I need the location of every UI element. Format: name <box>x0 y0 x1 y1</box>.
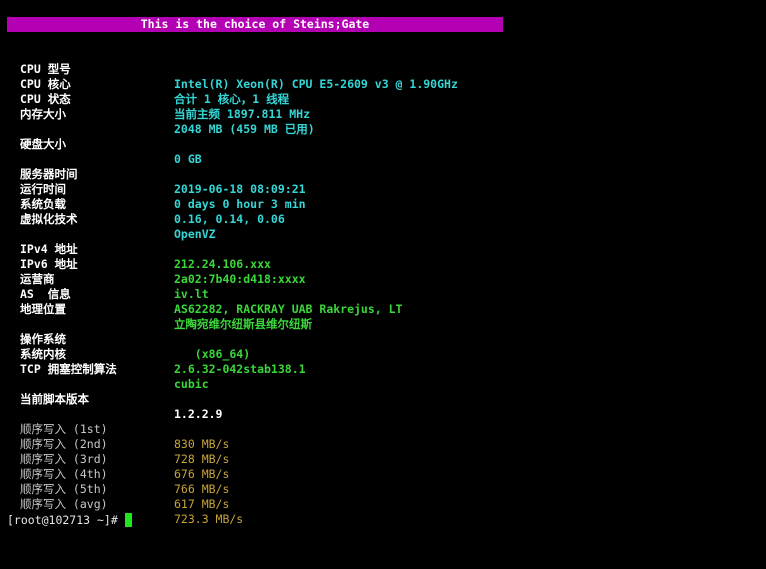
info-value: iv.lt <box>174 287 209 301</box>
io-row: 顺序写入 (avg) 723.3 MB/s <box>0 482 243 526</box>
io-label: 顺序写入 (2nd) <box>20 437 108 451</box>
info-row-virtualization: 虚拟化技术 OpenVZ <box>0 197 216 241</box>
info-value: Intel(R) Xeon(R) CPU E5-2609 v3 @ 1.90GH… <box>174 77 458 91</box>
info-value: 2a02:7b40:d418:xxxx <box>174 272 306 286</box>
info-row-tcp: TCP 拥塞控制算法 cubic <box>0 347 209 391</box>
io-row: 顺序写入 (1st) 830 MB/s <box>0 407 229 451</box>
info-row-cpu-model: CPU 型号 Intel(R) Xeon(R) CPU E5-2609 v3 @… <box>0 47 458 91</box>
info-value: 0 GB <box>174 152 202 166</box>
info-label: 地理位置 <box>20 302 66 316</box>
info-value: 2048 MB (459 MB 已用) <box>174 122 315 136</box>
info-row-ipv6: IPv6 地址 2a02:7b40:d418:xxxx <box>0 242 306 286</box>
io-label: 顺序写入 (3rd) <box>20 452 108 466</box>
info-value: (x86_64) <box>174 347 251 361</box>
io-value: 830 MB/s <box>174 437 230 451</box>
io-value: 676 MB/s <box>174 467 230 481</box>
info-row-load: 系统负载 0.16, 0.14, 0.06 <box>0 182 285 226</box>
info-value: cubic <box>174 377 209 391</box>
info-row-os: 操作系统 (x86_64) <box>0 317 250 361</box>
info-value: 立陶宛维尔纽斯县维尔纽斯 <box>174 317 312 331</box>
shell-prompt[interactable]: [root@102713 ~]# <box>7 513 125 528</box>
io-value: 766 MB/s <box>174 482 230 496</box>
io-label: 顺序写入 (4th) <box>20 467 108 481</box>
info-row-memory: 内存大小 2048 MB (459 MB 已用) <box>0 92 315 136</box>
info-row-disk: 硬盘大小 0 GB <box>0 122 202 166</box>
info-value: OpenVZ <box>174 227 216 241</box>
info-label: IPv4 地址 <box>20 242 78 256</box>
info-value: 当前主频 1897.811 MHz <box>174 107 311 121</box>
info-row-kernel: 系统内核 2.6.32-042stab138.1 <box>0 332 306 376</box>
info-value: 合计 1 核心，1 线程 <box>174 92 290 106</box>
info-row-location: 地理位置 立陶宛维尔纽斯县维尔纽斯 <box>0 287 312 331</box>
info-label: 服务器时间 <box>20 167 78 181</box>
info-row-server-time: 服务器时间 2019-06-18 08:09:21 <box>0 152 306 196</box>
info-value: 2.6.32-042stab138.1 <box>174 362 306 376</box>
info-label: 当前脚本版本 <box>20 392 89 406</box>
io-label: 顺序写入 (avg) <box>20 497 108 511</box>
info-label: IPv6 地址 <box>20 257 78 271</box>
info-value: 1.2.2.9 <box>174 407 223 421</box>
io-row: 顺序写入 (5th) 617 MB/s <box>0 467 229 511</box>
info-row-cpu-cores: CPU 核心 合计 1 核心，1 线程 <box>0 62 289 106</box>
info-row-cpu-status: CPU 状态 当前主频 1897.811 MHz <box>0 77 310 121</box>
io-row: 顺序写入 (3rd) 676 MB/s <box>0 437 229 481</box>
io-label: 顺序写入 (1st) <box>20 422 108 436</box>
text-cursor <box>125 513 132 527</box>
io-label: 顺序写入 (5th) <box>20 482 108 496</box>
info-row-as: AS 信息 AS62282, RACKRAY UAB Rakrejus, LT <box>0 272 402 316</box>
info-value: 0.16, 0.14, 0.06 <box>174 212 285 226</box>
io-value: 723.3 MB/s <box>174 512 244 526</box>
info-label: 虚拟化技术 <box>20 212 78 226</box>
info-row-ipv4: IPv4 地址 212.24.106.xxx <box>0 227 271 271</box>
info-value: AS62282, RACKRAY UAB Rakrejus, LT <box>174 302 403 316</box>
io-row: 顺序写入 (2nd) 728 MB/s <box>0 422 229 466</box>
io-value: 617 MB/s <box>174 497 230 511</box>
io-row: 顺序写入 (4th) 766 MB/s <box>0 452 229 496</box>
info-row-script-version: 当前脚本版本 1.2.2.9 <box>0 377 222 421</box>
info-value: 0 days 0 hour 3 min <box>174 197 306 211</box>
info-value: 212.24.106.xxx <box>174 257 271 271</box>
info-label: TCP 拥塞控制算法 <box>20 362 117 376</box>
info-label: 硬盘大小 <box>20 137 66 151</box>
info-row-uptime: 运行时间 0 days 0 hour 3 min <box>0 167 306 211</box>
banner: This is the choice of Steins;Gate <box>7 17 503 32</box>
io-value: 728 MB/s <box>174 452 230 466</box>
info-row-isp: 运营商 iv.lt <box>0 257 209 301</box>
info-label: 内存大小 <box>20 107 66 121</box>
info-value: 2019-06-18 08:09:21 <box>174 182 306 196</box>
terminal-window[interactable]: This is the choice of Steins;Gate CPU 型号… <box>0 0 766 569</box>
